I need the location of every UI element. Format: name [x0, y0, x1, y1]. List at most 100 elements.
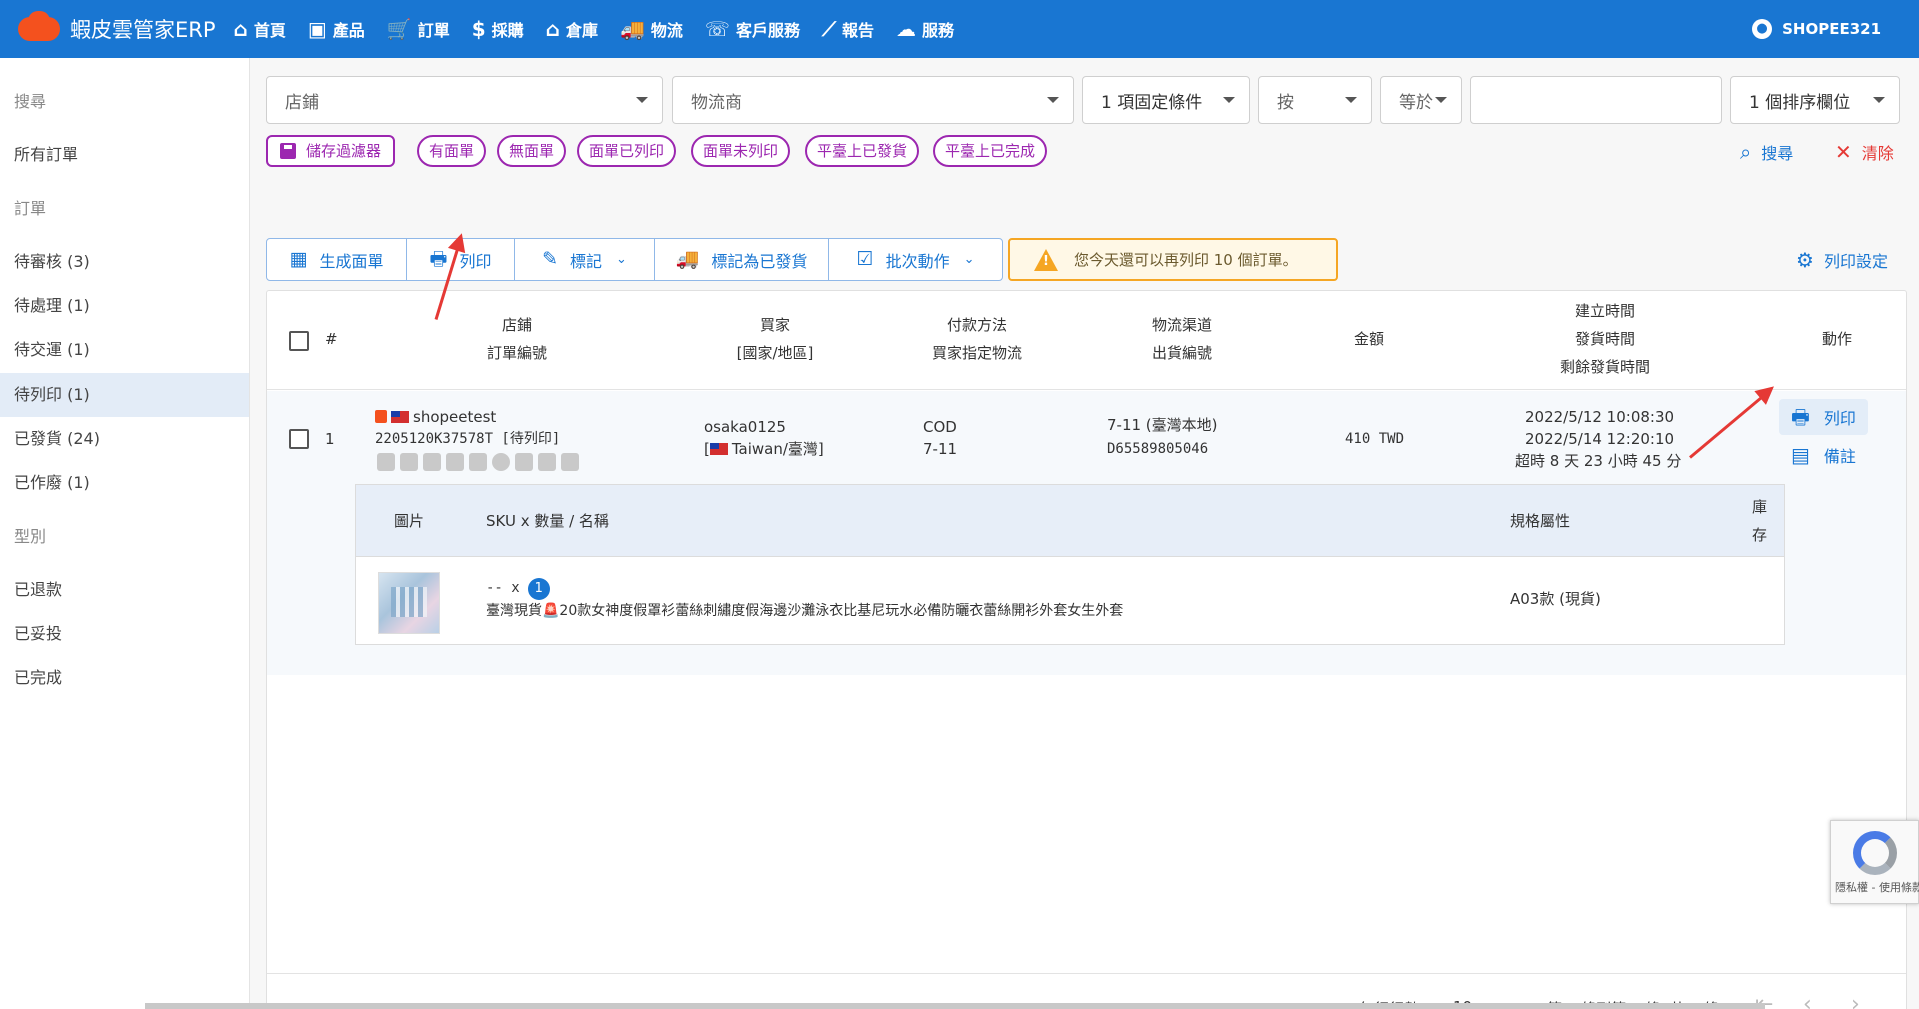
nav-customer-service[interactable]: ☏ 客戶服務: [705, 17, 800, 41]
dropdown-caret-icon: [1223, 97, 1235, 103]
save-filter-button[interactable]: 儲存過濾器: [266, 135, 396, 167]
row-index: 1: [325, 430, 335, 448]
recaptcha-badge[interactable]: 隱私權 - 使用條款: [1830, 820, 1919, 904]
next-page-icon[interactable]: ›: [1851, 992, 1860, 1009]
warehouse-icon: ⌂: [545, 17, 560, 41]
search-icon: ⌕: [1740, 140, 1752, 164]
sidebar-item-completed[interactable]: 已完成: [0, 656, 249, 700]
dollar-icon: $: [471, 17, 486, 41]
sort-field-select[interactable]: 1 個排序欄位: [1730, 76, 1900, 124]
sidebar-section-orders: 訂單: [14, 199, 47, 218]
sidebar-item-delivered[interactable]: 已妥投: [0, 612, 249, 656]
sidebar-item-pending-process[interactable]: 待處理 (1): [0, 284, 249, 328]
nav-logistics[interactable]: 🚚 物流: [620, 17, 683, 41]
nav-home[interactable]: ⌂ 首頁: [234, 17, 286, 41]
nav-reports[interactable]: ⟋ 報告: [822, 17, 874, 41]
chip-no-label[interactable]: 無面單: [497, 135, 567, 167]
warning-icon: !: [1034, 248, 1058, 271]
sidebar-item-refunded[interactable]: 已退款: [0, 568, 249, 612]
select-all-checkbox[interactable]: [289, 331, 309, 351]
recaptcha-terms: 隱私權 - 使用條款: [1835, 881, 1919, 894]
chip-label-not-printed[interactable]: 面單未列印: [691, 135, 791, 167]
sidebar-item-pending-review[interactable]: 待審核 (3): [0, 240, 249, 284]
app-logo[interactable]: 蝦皮雲管家ERP: [18, 11, 216, 44]
chip-platform-shipped[interactable]: 平臺上已發貨: [805, 135, 920, 167]
order-number[interactable]: 2205120K37578T [待列印]: [375, 427, 560, 451]
nav-services[interactable]: ☁ 服務: [896, 17, 954, 41]
row-print-button[interactable]: 🖶 列印: [1779, 399, 1868, 435]
nav-orders[interactable]: 🛒 訂單: [387, 17, 450, 41]
chip-label-printed[interactable]: 面單已列印: [577, 135, 677, 167]
save-icon: [280, 143, 296, 159]
top-navbar: 蝦皮雲管家ERP ⌂ 首頁 ▣ 產品 🛒 訂單 $ 採購 ⌂ 倉庫 🚚 物流 ☏ 客戶服務 ⟋…: [0, 0, 1919, 58]
shop-bag-icon: [375, 410, 387, 423]
operator-select[interactable]: 等於: [1380, 76, 1462, 124]
prev-page-icon[interactable]: ‹: [1803, 992, 1812, 1009]
by-field-select[interactable]: 按: [1258, 76, 1372, 124]
fixed-condition-select[interactable]: 1 項固定條件: [1082, 76, 1250, 124]
printer-icon: 🖶: [429, 248, 448, 270]
recaptcha-icon: [1853, 831, 1897, 875]
row-checkbox[interactable]: [289, 429, 309, 449]
print-settings-button[interactable]: ⚙ 列印設定: [1796, 248, 1888, 272]
chevron-down-icon: ⌄: [616, 252, 627, 267]
sidebar-search[interactable]: 搜尋: [0, 80, 249, 124]
column-channel: 物流渠道 出貨編號: [1151, 316, 1212, 362]
column-shop: 店鋪 訂單編號: [486, 316, 547, 362]
shipment-number: D65589805046: [1107, 441, 1209, 457]
home-icon: ⌂: [233, 17, 248, 41]
sidebar-section-type: 型別: [14, 527, 47, 546]
search-button[interactable]: ⌕ 搜尋: [1740, 140, 1793, 164]
chart-icon: ⟋: [821, 17, 836, 41]
product-image[interactable]: [378, 572, 440, 634]
column-action: 動作: [1821, 330, 1852, 348]
chip-platform-completed[interactable]: 平臺上已完成: [933, 135, 1048, 167]
sidebar-item-pending-ship[interactable]: 待交運 (1): [0, 328, 249, 372]
column-image: 圖片: [394, 512, 425, 530]
mark-button[interactable]: ✎ 標記 ⌄: [515, 239, 655, 280]
buyer-country: [Taiwan/臺灣]: [704, 440, 824, 458]
shop-select[interactable]: 店鋪: [266, 76, 663, 124]
horizontal-scrollbar[interactable]: [145, 1003, 1765, 1009]
nav-warehouse[interactable]: ⌂ 倉庫: [546, 17, 598, 41]
buyer-logistics: 7-11: [923, 440, 958, 458]
dropdown-caret-icon: [1047, 97, 1059, 103]
filter-value-input[interactable]: [1470, 76, 1722, 124]
app-title: 蝦皮雲管家ERP: [70, 18, 216, 42]
clear-button[interactable]: ✕ 清除: [1835, 140, 1894, 164]
sidebar: 搜尋 所有訂單 訂單 待審核 (3) 待處理 (1) 待交運 (1) 待列印 (…: [0, 58, 250, 1009]
taiwan-flag-icon: [709, 443, 728, 455]
printer-icon: 🖶: [1791, 405, 1810, 429]
checklist-icon: ☑: [856, 248, 874, 270]
people-icon: [561, 453, 579, 471]
nav-products[interactable]: ▣ 產品: [308, 17, 365, 41]
logistics-select[interactable]: 物流商: [672, 76, 1074, 124]
batch-action-button[interactable]: ☑ 批次動作 ⌄: [829, 239, 1002, 280]
sku-quantity: -- x1: [486, 575, 550, 600]
generate-label-button[interactable]: ▦ 生成面單: [267, 239, 407, 280]
chip-has-label[interactable]: 有面單: [417, 135, 487, 167]
dropdown-caret-icon: [1345, 97, 1357, 103]
sidebar-item-all-orders[interactable]: 所有訂單: [0, 133, 249, 177]
mark-shipped-button[interactable]: 🚚 標記為已發貨: [655, 239, 829, 280]
orders-table: # 店鋪 訂單編號 買家 [國家/地區] 付款方法 買家指定物流 物流渠道 出貨編號 金…: [266, 290, 1907, 1009]
column-stock: 庫: [1752, 498, 1768, 516]
created-time: 2022/5/12 10:08:30: [1525, 408, 1675, 426]
shopee-logo-icon: [18, 11, 60, 41]
sidebar-item-pending-print[interactable]: 待列印 (1): [0, 373, 249, 417]
main-content: 店鋪 物流商 1 項固定條件 按 等於 1 個排序欄位 儲存過濾器 有面單 無面…: [250, 58, 1919, 1009]
sidebar-item-voided[interactable]: 已作廢 (1): [0, 461, 249, 505]
nav-purchase[interactable]: $ 採購: [472, 17, 524, 41]
chevron-down-icon: ⌄: [963, 252, 975, 267]
row-note-button[interactable]: ▤ 備註: [1791, 443, 1856, 467]
gear-icon: ⚙: [1796, 248, 1814, 272]
username: SHOPEE321: [1782, 20, 1881, 38]
column-buyer: 買家 [國家/地區]: [736, 316, 814, 362]
action-toolbar: ▦ 生成面單 🖶 列印 ✎ 標記 ⌄ 🚚 標記為已發貨 ☑ 批次動作 ⌄: [266, 238, 1003, 281]
sidebar-item-shipped[interactable]: 已發貨 (24): [0, 417, 249, 461]
cloud-icon: ☁: [895, 17, 916, 41]
comment-icon: ▤: [1791, 443, 1810, 467]
user-menu[interactable]: ● SHOPEE321: [1752, 0, 1881, 58]
dropdown-caret-icon: [1435, 97, 1447, 103]
dropdown-caret-icon: [1873, 97, 1885, 103]
